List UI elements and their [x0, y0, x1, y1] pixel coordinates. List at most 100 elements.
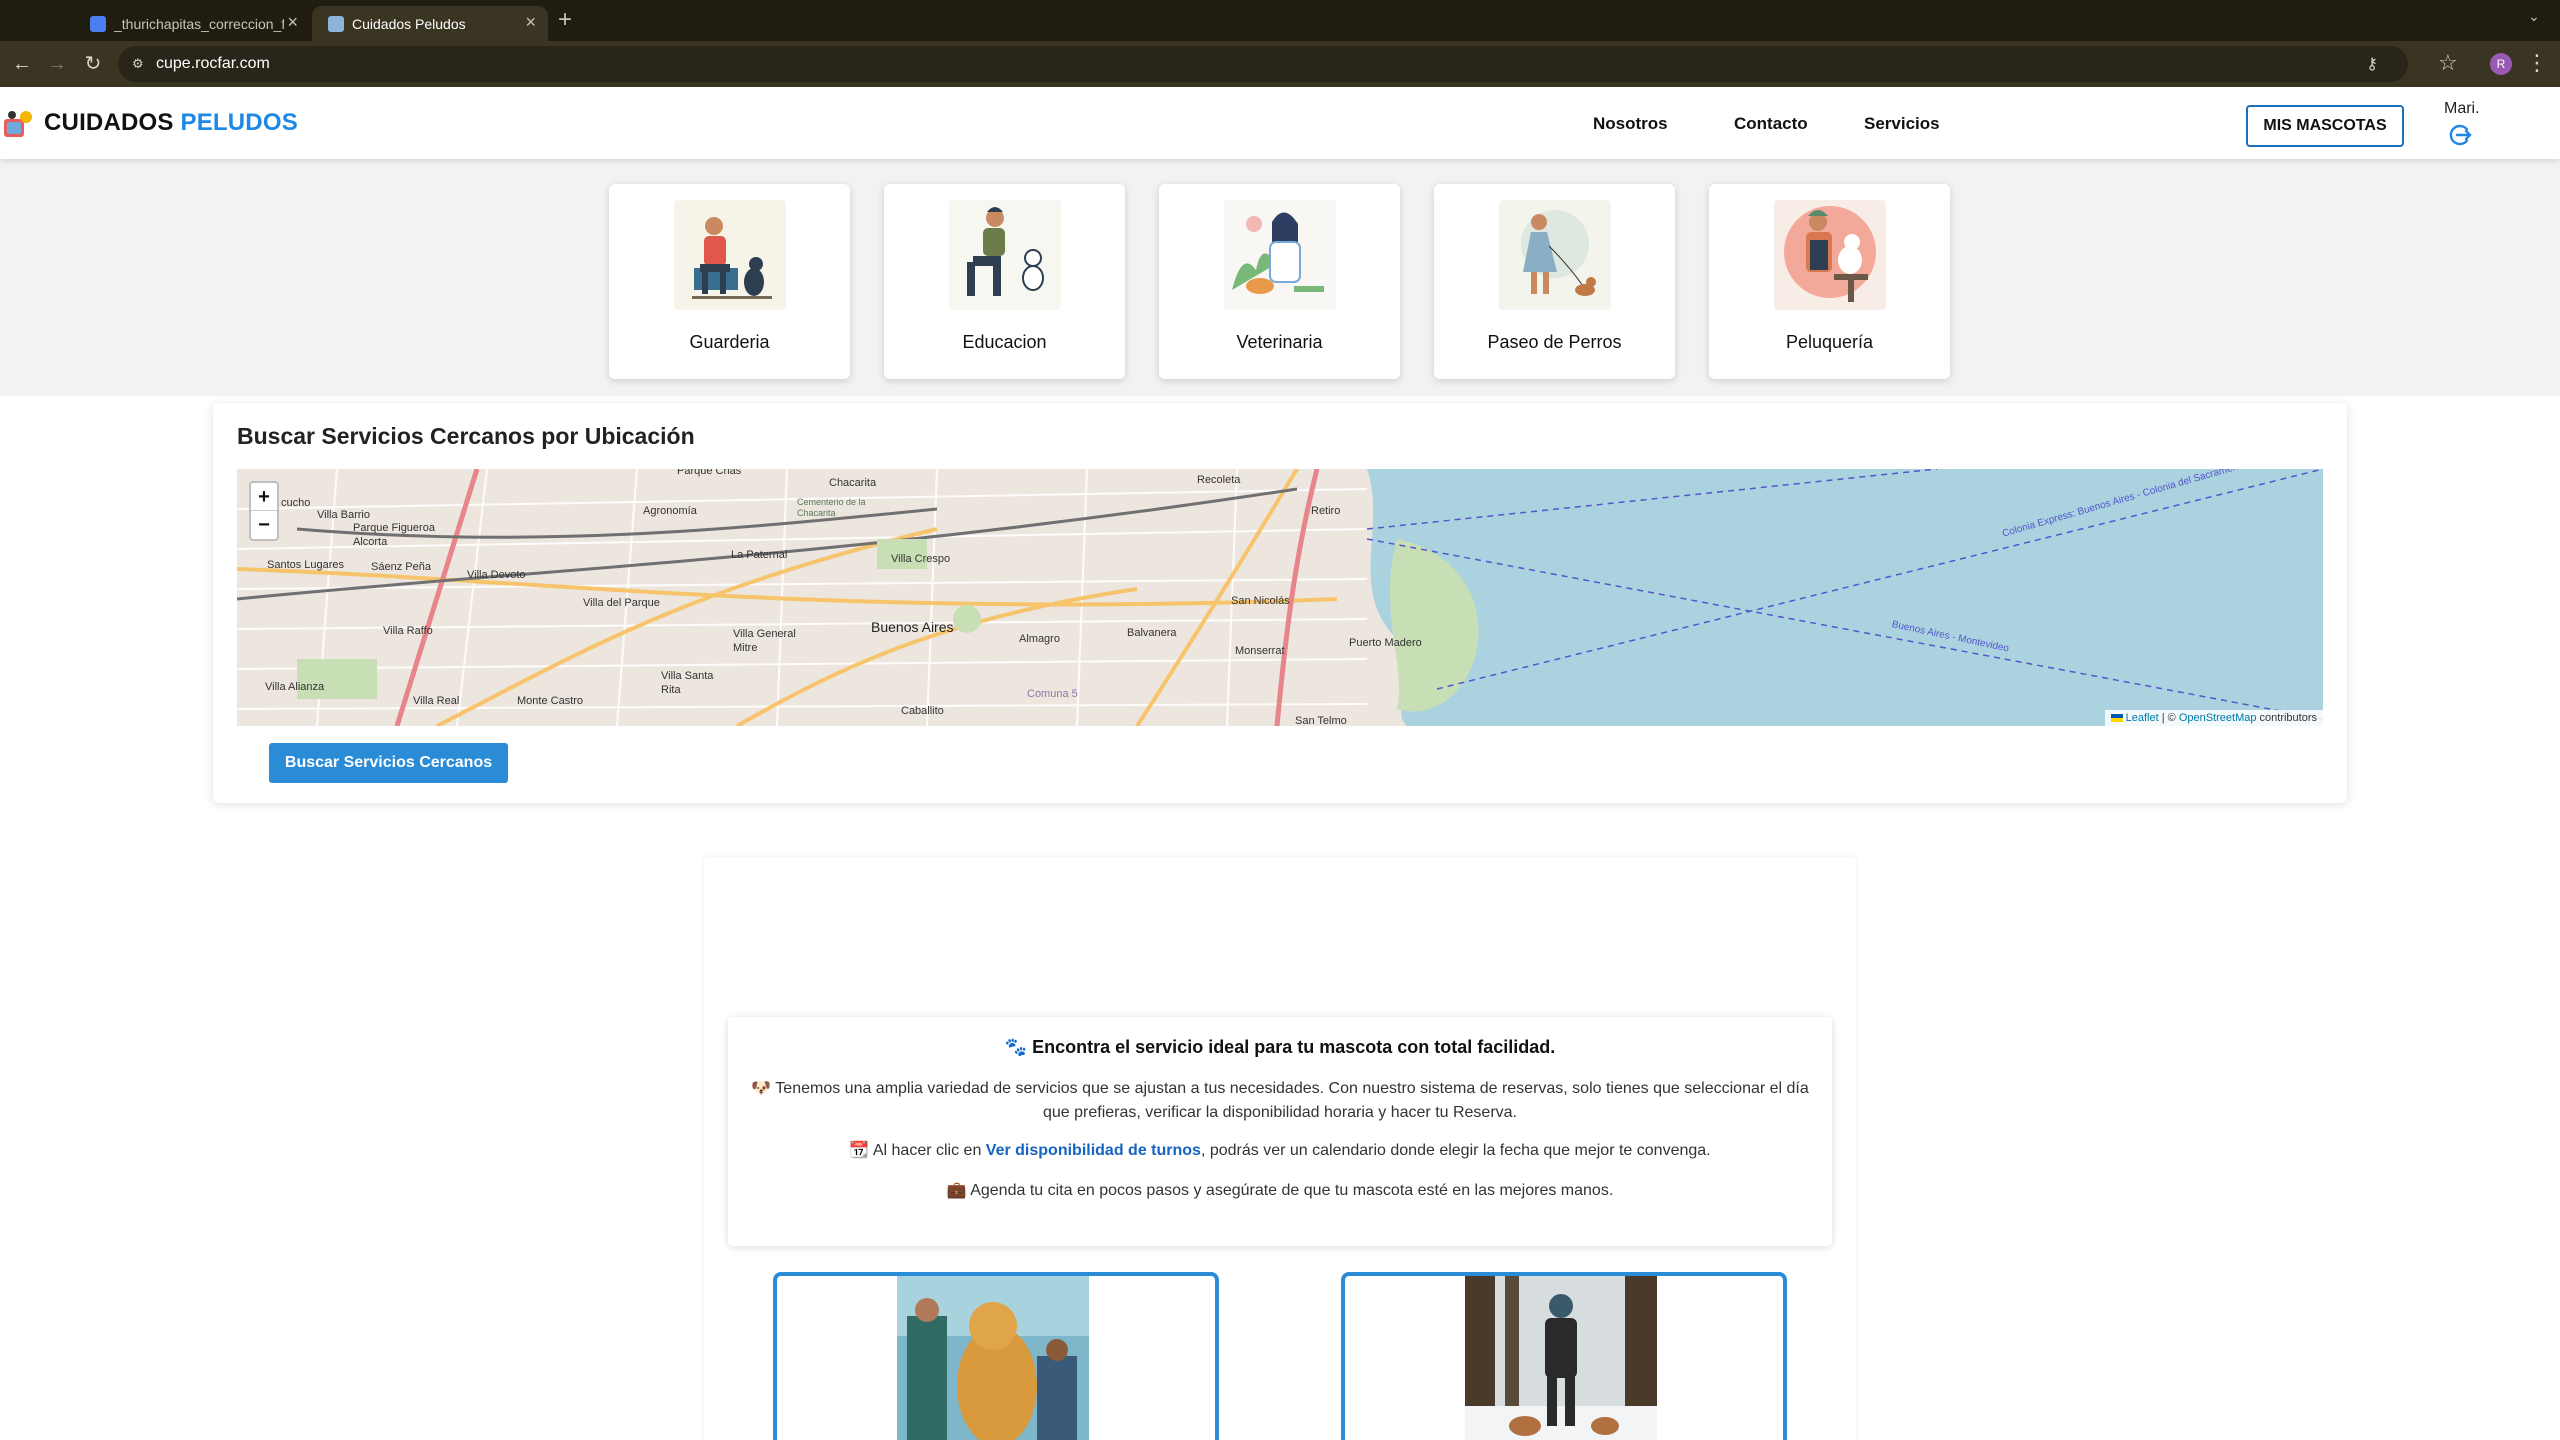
vet-dog-photo — [897, 1276, 1089, 1440]
services-section: Guarderia Educacion Veterinaria Paseo de… — [0, 159, 2560, 396]
nav-contacto[interactable]: Contacto — [1734, 114, 1808, 134]
service-card-educacion[interactable]: Educacion — [884, 184, 1125, 379]
map-label: Parque Chas — [677, 469, 742, 477]
map-label: Puerto Madero — [1349, 637, 1422, 649]
map-zoom-control: + − — [249, 481, 279, 541]
map-label: Villa Raffo — [383, 625, 433, 637]
info-p2-prefix: 📆 Al hacer clic en — [849, 1142, 986, 1159]
map-label: San Nicolás — [1231, 595, 1290, 607]
profile-avatar[interactable]: R — [2490, 53, 2512, 75]
search-nearby-button[interactable]: Buscar Servicios Cercanos — [269, 743, 508, 783]
web-page: CUIDADOS PELUDOS Nosotros Contacto Servi… — [0, 87, 2560, 1440]
map-label: Villa General Mitre — [733, 628, 796, 654]
map-label: Parque Figueroa Alcorta — [353, 522, 435, 548]
map-label: Villa Real — [413, 695, 460, 707]
browser-tab[interactable]: _thurichapitas_correccion_fi × — [74, 6, 310, 41]
site-info-icon[interactable]: ⚙ — [132, 56, 144, 72]
veterinarian-illustration — [1224, 200, 1336, 310]
map-search-card: Buscar Servicios Cercanos por Ubicación — [213, 403, 2347, 803]
info-paragraph-1: 🐶 Tenemos una amplia variedad de servici… — [751, 1080, 1809, 1121]
dog-walking-illustration — [1499, 200, 1611, 310]
map-label: Villa Santa Rita — [661, 670, 714, 696]
paw-logo-icon[interactable] — [2, 109, 34, 139]
map-label: Cementerio de la Chacarita — [797, 497, 866, 518]
site-header: CUIDADOS PELUDOS Nosotros Contacto Servi… — [0, 87, 2560, 159]
map-label: Sáenz Peña — [371, 561, 431, 573]
map-label: Recoleta — [1197, 474, 1241, 486]
service-label: Guarderia — [689, 332, 770, 352]
map-label: Almagro — [1019, 633, 1060, 645]
tab-title: Cuidados Peludos — [352, 15, 466, 32]
info-box: 🐾 Encontra el servicio ideal para tu mas… — [728, 1017, 1832, 1246]
brand-text-2: PELUDOS — [180, 109, 298, 136]
map-label: cucho — [281, 497, 311, 509]
map-section-title: Buscar Servicios Cercanos por Ubicación — [237, 423, 695, 449]
map-label: Santos Lugares — [267, 559, 345, 571]
info-paragraph-2: 📆 Al hacer clic en Ver disponibilidad de… — [748, 1139, 1812, 1163]
map-label: Agronomía — [643, 505, 697, 517]
map-label: La Paternal — [731, 549, 788, 561]
map-label: Retiro — [1311, 505, 1341, 517]
map-label: Villa del Parque — [583, 597, 660, 609]
reload-icon[interactable]: ↻ — [80, 51, 106, 77]
info-title: 🐾 Encontra el servicio ideal para tu mas… — [1004, 1037, 1556, 1057]
map-label: Chacarita — [829, 477, 877, 489]
attribution-separator: | © — [2158, 712, 2179, 724]
back-icon[interactable]: ← — [9, 51, 35, 77]
service-card-guarderia[interactable]: Guarderia — [609, 184, 850, 379]
zoom-in-button[interactable]: + — [251, 483, 277, 511]
map-label: Comuna 5 — [1027, 688, 1078, 700]
browser-toolbar: ← → ↻ ⚙ cupe.rocfar.com ⚷ ☆ R ⋮ — [0, 41, 2560, 87]
map-label: Caballito — [901, 705, 944, 717]
service-label: Paseo de Perros — [1487, 332, 1622, 352]
docs-icon — [90, 15, 106, 32]
logout-icon[interactable] — [2448, 123, 2472, 147]
dog-walk-snow-photo — [1465, 1276, 1657, 1440]
browser-menu-icon[interactable]: ⋮ — [2526, 50, 2548, 76]
forward-icon[interactable]: → — [44, 51, 70, 77]
mis-mascotas-button[interactable]: MIS MASCOTAS — [2246, 105, 2404, 147]
new-tab-icon[interactable]: + — [558, 6, 572, 34]
map-label: Villa Barrio — [317, 509, 370, 521]
browser-tab-active[interactable]: Cuidados Peludos × — [312, 6, 548, 41]
info-paragraph-3: 💼 Agenda tu cita en pocos pasos y asegúr… — [946, 1182, 1614, 1199]
address-bar[interactable]: ⚙ cupe.rocfar.com ⚷ — [118, 46, 2408, 82]
attribution-suffix: contributors — [2256, 712, 2317, 724]
map-label: San Telmo — [1295, 715, 1347, 726]
map-label: Villa Alianza — [265, 681, 325, 693]
map-label: Buenos Aires — [871, 619, 954, 635]
nav-servicios[interactable]: Servicios — [1864, 114, 1940, 134]
info-p2-suffix: , podrás ver un calendario donde elegir … — [1200, 1142, 1711, 1159]
service-card-paseo[interactable]: Paseo de Perros — [1434, 184, 1675, 379]
service-label: Veterinaria — [1236, 332, 1323, 352]
close-tab-icon[interactable]: × — [525, 12, 536, 33]
nav-nosotros[interactable]: Nosotros — [1593, 114, 1668, 134]
service-card-veterinaria[interactable]: Veterinaria — [1159, 184, 1400, 379]
map-label: Villa Devoto — [467, 569, 526, 581]
map-label: Monserrat — [1235, 645, 1285, 657]
person-with-dog-illustration — [674, 200, 786, 310]
browser-tabbar: _thurichapitas_correccion_fi × Cuidados … — [0, 0, 2560, 41]
service-card-peluqueria[interactable]: Peluquería — [1709, 184, 1950, 379]
availability-link[interactable]: Ver disponibilidad de turnos — [986, 1142, 1201, 1159]
site-favicon-icon — [328, 15, 344, 32]
service-photo-card[interactable] — [1341, 1272, 1787, 1440]
leaflet-map[interactable]: Parque Chas Chacarita Recoleta Retiro cu… — [237, 469, 2323, 726]
url-text: cupe.rocfar.com — [156, 55, 270, 72]
leaflet-link[interactable]: Leaflet — [2126, 712, 2159, 724]
dog-training-illustration — [949, 200, 1061, 310]
map-attribution: Leaflet | © OpenStreetMap contributors — [2104, 710, 2323, 726]
tab-search-icon[interactable]: ⌄ — [2520, 8, 2548, 32]
tab-title: _thurichapitas_correccion_fi — [114, 15, 284, 32]
service-label: Educacion — [962, 332, 1047, 352]
brand-logo[interactable]: CUIDADOS PELUDOS — [44, 109, 298, 137]
osm-link[interactable]: OpenStreetMap — [2179, 712, 2257, 724]
password-key-icon[interactable]: ⚷ — [2366, 54, 2378, 74]
service-label: Peluquería — [1785, 332, 1874, 352]
zoom-out-button[interactable]: − — [251, 511, 277, 539]
map-label: Villa Crespo — [891, 553, 951, 565]
close-tab-icon[interactable]: × — [287, 12, 298, 33]
bookmark-star-icon[interactable]: ☆ — [2438, 50, 2458, 76]
service-photo-card[interactable] — [773, 1272, 1219, 1440]
map-label: Balvanera — [1127, 627, 1177, 639]
